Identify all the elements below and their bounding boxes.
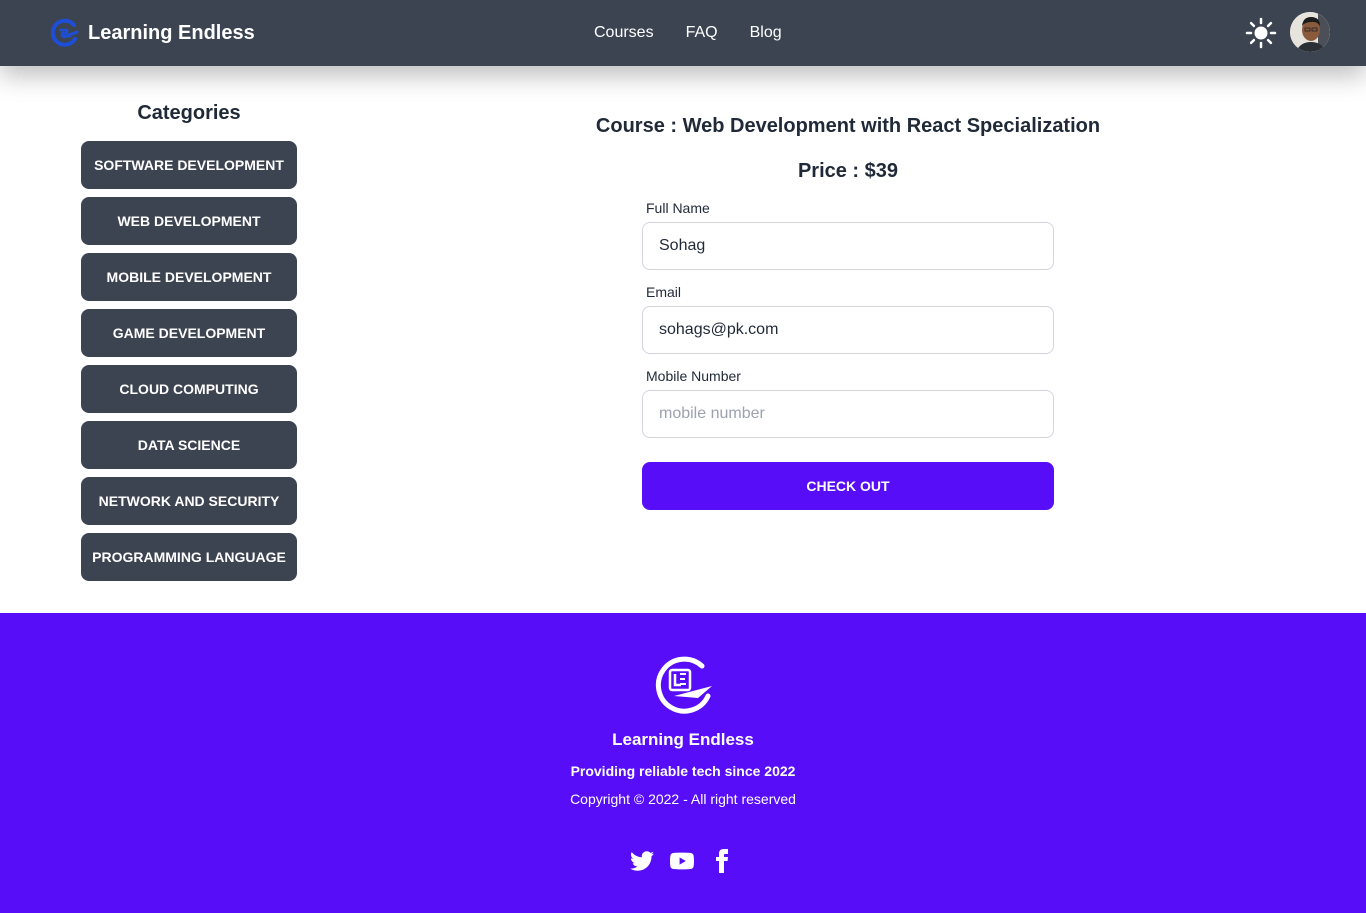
sun-icon[interactable] — [1245, 17, 1277, 49]
footer: Learning Endless Providing reliable tech… — [0, 613, 1366, 913]
mobile-number-input[interactable] — [642, 390, 1054, 438]
social-links — [630, 849, 734, 873]
footer-brand-name: Learning Endless — [612, 730, 754, 749]
category-mobile-development[interactable]: MOBILE DEVELOPMENT — [81, 253, 297, 301]
navbar: Learning Endless Courses FAQ Blog — [0, 0, 1366, 66]
checkout-form: Full Name Email Mobile Number — [642, 194, 1054, 446]
category-network-and-security[interactable]: NETWORK AND SECURITY — [81, 477, 297, 525]
categories-title: Categories — [137, 102, 241, 124]
mobile-number-label: Mobile Number — [646, 368, 741, 384]
categories-sidebar: Categories SOFTWARE DEVELOPMENT WEB DEVE… — [81, 98, 297, 589]
facebook-icon[interactable] — [710, 849, 734, 873]
footer-logo-icon — [655, 656, 712, 714]
nav-link-blog[interactable]: Blog — [734, 16, 798, 50]
youtube-icon[interactable] — [670, 849, 694, 873]
user-avatar[interactable] — [1290, 12, 1330, 52]
twitter-icon[interactable] — [630, 849, 654, 873]
course-price: Price : $39 — [797, 160, 899, 182]
avatar-image — [1290, 12, 1330, 52]
category-data-science[interactable]: DATA SCIENCE — [81, 421, 297, 469]
category-software-development[interactable]: SOFTWARE DEVELOPMENT — [81, 141, 297, 189]
email-label: Email — [646, 284, 682, 300]
footer-tagline: Providing reliable tech since 2022 — [570, 763, 796, 779]
category-cloud-computing[interactable]: CLOUD COMPUTING — [81, 365, 297, 413]
full-name-input[interactable] — [642, 222, 1054, 270]
category-programming-language[interactable]: PROGRAMMING LANGUAGE — [81, 533, 297, 581]
course-title: Course : Web Development with React Spec… — [595, 115, 1101, 137]
footer-copyright: Copyright © 2022 - All right reserved — [570, 791, 796, 807]
category-web-development[interactable]: WEB DEVELOPMENT — [81, 197, 297, 245]
nav-links: Courses FAQ Blog — [578, 0, 798, 66]
category-game-development[interactable]: GAME DEVELOPMENT — [81, 309, 297, 357]
checkout-button[interactable]: CHECK OUT — [642, 462, 1054, 510]
nav-link-courses[interactable]: Courses — [578, 16, 670, 50]
brand-link[interactable]: Learning Endless — [48, 17, 255, 49]
full-name-label: Full Name — [646, 200, 710, 216]
nav-link-faq[interactable]: FAQ — [670, 16, 734, 50]
brand-logo-icon — [50, 18, 79, 47]
brand-name: Learning Endless — [88, 21, 255, 44]
email-input[interactable] — [642, 306, 1054, 354]
